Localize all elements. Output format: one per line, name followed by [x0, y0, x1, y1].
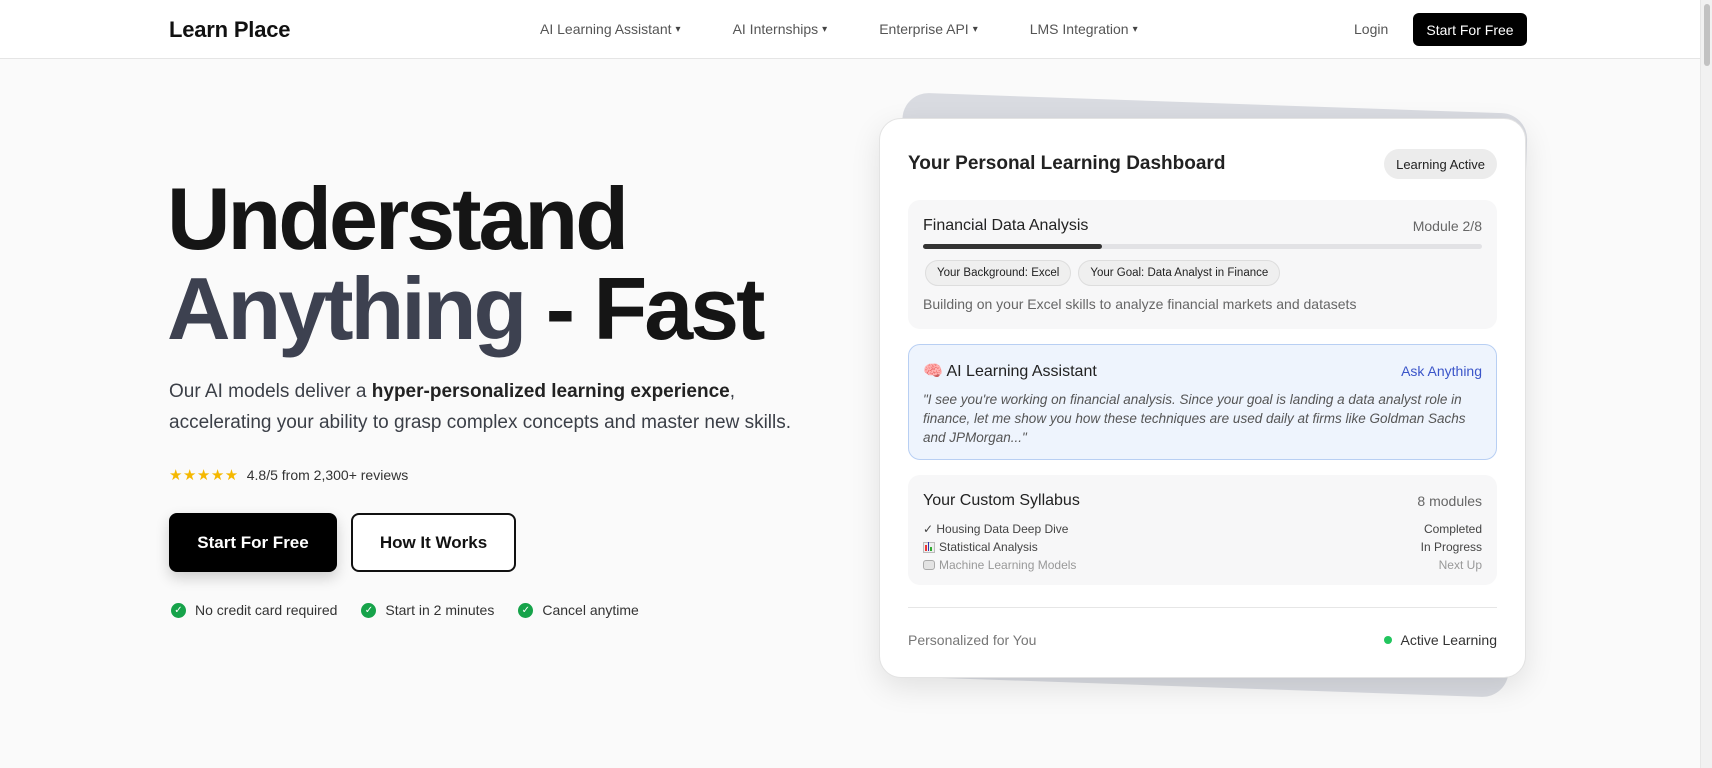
chevron-down-icon: ▾ [972, 23, 978, 35]
assistant-title: 🧠 AI Learning Assistant [923, 361, 1097, 381]
hero-headline-line2: Anything - Fast [167, 265, 765, 353]
nav-item-ai-learning-assistant[interactable]: AI Learning Assistant ▾ [540, 21, 681, 37]
course-description: Building on your Excel skills to analyze… [923, 296, 1357, 312]
assistant-title-label: AI Learning Assistant [946, 363, 1097, 380]
nav-item-label: LMS Integration [1029, 21, 1129, 37]
brain-icon: 🧠 [923, 363, 943, 380]
assistant-panel: 🧠 AI Learning Assistant Ask Anything "I … [908, 344, 1497, 460]
perks-list: ✓ No credit card required ✓ Start in 2 m… [171, 602, 663, 618]
hero-headline-line1: Understand [167, 169, 629, 268]
syllabus-item: ✓ Housing Data Deep Dive Completed [923, 522, 1482, 536]
nav-start-free-button[interactable]: Start For Free [1413, 13, 1527, 46]
perk-label: Cancel anytime [542, 602, 639, 618]
course-panel: Financial Data Analysis Module 2/8 Your … [908, 200, 1497, 329]
course-chips: Your Background: Excel Your Goal: Data A… [925, 260, 1287, 286]
top-navbar: Learn Place AI Learning Assistant ▾ AI I… [0, 0, 1700, 59]
nav-item-label: AI Learning Assistant [540, 21, 672, 37]
perk-item: ✓ Cancel anytime [518, 602, 639, 618]
brand-logo[interactable]: Learn Place [169, 17, 291, 43]
page-scrollbar[interactable] [1700, 0, 1712, 768]
robot-icon [923, 560, 935, 570]
card-divider [908, 607, 1497, 608]
goal-chip: Your Goal: Data Analyst in Finance [1078, 260, 1281, 286]
syllabus-item-name-wrap: Statistical Analysis [923, 540, 1038, 554]
course-title: Financial Data Analysis [923, 217, 1089, 234]
status-badge: Learning Active [1384, 149, 1497, 179]
dashboard-title: Your Personal Learning Dashboard [908, 153, 1226, 174]
nav-item-ai-internships[interactable]: AI Internships ▾ [733, 21, 828, 37]
check-circle-icon: ✓ [518, 602, 534, 618]
personalized-label: Personalized for You [908, 632, 1037, 648]
syllabus-item-status: Completed [1423, 522, 1482, 536]
chevron-down-icon: ▾ [822, 23, 828, 35]
bar-chart-icon [923, 541, 935, 553]
background-chip: Your Background: Excel [925, 260, 1072, 286]
active-learning-indicator: Active Learning [1384, 632, 1497, 648]
nav-menu: AI Learning Assistant ▾ AI Internships ▾… [540, 21, 1138, 37]
how-it-works-button[interactable]: How It Works [351, 513, 516, 572]
hero-headline-anything: Anything [167, 259, 527, 358]
nav-item-label: Enterprise API [879, 21, 969, 37]
rating: ★★★★★ 4.8/5 from 2,300+ reviews [169, 466, 408, 484]
hero-subtitle: Our AI models deliver a hyper-personaliz… [169, 376, 829, 438]
scrollbar-thumb[interactable] [1704, 4, 1710, 66]
syllabus-panel: Your Custom Syllabus 8 modules ✓ Housing… [908, 475, 1497, 585]
login-link[interactable]: Login [1354, 21, 1388, 37]
syllabus-item-name-wrap: Machine Learning Models [923, 558, 1076, 572]
hero-subtitle-bold: hyper-personalized learning experience [371, 381, 730, 402]
syllabus-count: 8 modules [1417, 493, 1482, 509]
perk-label: Start in 2 minutes [385, 602, 495, 618]
syllabus-item-status: In Progress [1420, 540, 1482, 554]
star-rating-icon: ★★★★★ [169, 467, 239, 484]
perk-item: ✓ No credit card required [171, 602, 337, 618]
chevron-down-icon: ▾ [1132, 23, 1138, 35]
course-module: Module 2/8 [1412, 218, 1482, 234]
syllabus-item-name: Statistical Analysis [939, 540, 1038, 554]
check-circle-icon: ✓ [361, 602, 377, 618]
nav-item-enterprise-api[interactable]: Enterprise API ▾ [879, 21, 978, 37]
hero-headline-fast: - Fast [524, 259, 766, 358]
dashboard-card: Your Personal Learning Dashboard Learnin… [879, 118, 1526, 678]
syllabus-item-name: ✓ Housing Data Deep Dive [923, 522, 1069, 536]
active-learning-label: Active Learning [1400, 632, 1497, 648]
syllabus-item-status: Next Up [1438, 558, 1482, 572]
status-dot-icon [1384, 636, 1393, 644]
nav-item-label: AI Internships [732, 21, 819, 37]
syllabus-item-name: Machine Learning Models [939, 558, 1077, 572]
syllabus-title: Your Custom Syllabus [923, 492, 1080, 509]
perk-label: No credit card required [195, 602, 338, 618]
perk-item: ✓ Start in 2 minutes [361, 602, 494, 618]
start-for-free-button[interactable]: Start For Free [169, 513, 337, 572]
course-progress-bar [923, 244, 1482, 249]
ask-anything-link[interactable]: Ask Anything [1401, 363, 1482, 379]
course-progress-fill [923, 244, 1102, 249]
rating-text: 4.8/5 from 2,300+ reviews [246, 467, 409, 483]
syllabus-item: Machine Learning Models Next Up [923, 558, 1482, 572]
syllabus-item: Statistical Analysis In Progress [923, 540, 1482, 554]
nav-item-lms-integration[interactable]: LMS Integration ▾ [1030, 21, 1138, 37]
chevron-down-icon: ▾ [675, 23, 681, 35]
check-circle-icon: ✓ [171, 602, 186, 618]
assistant-quote: "I see you're working on financial analy… [923, 392, 1466, 445]
hero-subtitle-pre: Our AI models deliver a [169, 381, 372, 402]
